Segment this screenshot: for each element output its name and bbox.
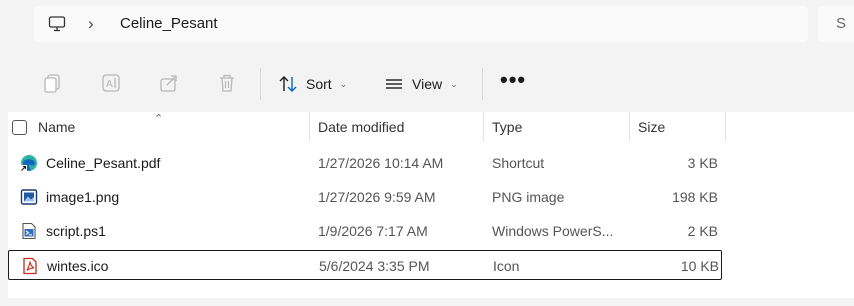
file-name: Celine_Pesant.pdf: [46, 155, 161, 171]
view-list-icon: [386, 79, 402, 89]
chevron-down-icon: ⌄: [339, 78, 348, 89]
file-type: Icon: [493, 258, 520, 274]
file-row[interactable]: image1.png 1/27/2026 9:59 AM PNG image 1…: [8, 182, 722, 212]
file-size: 3 KB: [687, 155, 718, 171]
file-type: PNG image: [492, 189, 565, 205]
more-options-button[interactable]: •••: [500, 69, 526, 91]
file-date: 1/27/2026 9:59 AM: [318, 189, 436, 205]
column-header-size[interactable]: Size: [630, 112, 726, 142]
share-icon[interactable]: [158, 72, 180, 94]
file-size: 198 KB: [672, 189, 718, 205]
sort-ascending-icon: ⌃: [154, 113, 164, 125]
image-file-icon: [20, 189, 38, 205]
pdf-file-icon: [23, 257, 37, 275]
toolbar-divider: [482, 68, 483, 100]
column-header-row: Name ⌃ Date modified Type Size: [8, 112, 854, 142]
search-box[interactable]: S: [818, 6, 854, 42]
file-date: 1/27/2026 10:14 AM: [318, 155, 444, 171]
file-type: Windows PowerS...: [492, 223, 614, 239]
file-date: 5/6/2024 3:35 PM: [319, 258, 430, 274]
select-all-checkbox[interactable]: [12, 120, 27, 135]
copy-icon[interactable]: [42, 72, 64, 94]
delete-icon[interactable]: [216, 72, 238, 94]
file-name: wintes.ico: [47, 258, 109, 274]
file-row-focused[interactable]: wintes.ico 5/6/2024 3:35 PM Icon 10 KB: [8, 250, 722, 280]
view-button[interactable]: View ⌄: [384, 68, 458, 100]
address-bar[interactable]: › Celine_Pesant: [34, 6, 808, 42]
file-row[interactable]: script.ps1 1/9/2026 7:17 AM Windows Powe…: [8, 216, 722, 246]
file-type: Shortcut: [492, 155, 545, 171]
file-list: Name ⌃ Date modified Type Size Celine_Pe…: [8, 112, 854, 298]
edge-shortcut-icon: [20, 155, 37, 172]
chevron-down-icon: ⌄: [450, 78, 458, 89]
sort-label: Sort: [306, 76, 332, 92]
rename-icon[interactable]: A: [100, 72, 122, 94]
sort-icon: [279, 76, 297, 92]
this-pc-icon[interactable]: [48, 15, 66, 33]
file-name: script.ps1: [46, 223, 106, 239]
file-size: 10 KB: [680, 258, 719, 274]
file-size: 2 KB: [687, 223, 718, 239]
file-row[interactable]: Celine_Pesant.pdf 1/27/2026 10:14 AM Sho…: [8, 148, 722, 178]
powershell-file-icon: [22, 222, 36, 240]
toolbar-divider: [260, 68, 261, 100]
command-bar: A Sort ⌄ View ⌄ •••: [0, 58, 854, 110]
svg-text:A: A: [106, 79, 113, 90]
column-header-type[interactable]: Type: [484, 112, 630, 142]
breadcrumb-separator[interactable]: ›: [88, 14, 94, 34]
breadcrumb-location[interactable]: Celine_Pesant: [120, 15, 218, 32]
column-header-date[interactable]: Date modified: [310, 112, 484, 142]
search-placeholder: S: [836, 15, 847, 32]
file-name: image1.png: [46, 189, 120, 205]
sort-button[interactable]: Sort ⌄: [278, 68, 347, 100]
view-label: View: [412, 76, 443, 92]
file-date: 1/9/2026 7:17 AM: [318, 223, 428, 239]
